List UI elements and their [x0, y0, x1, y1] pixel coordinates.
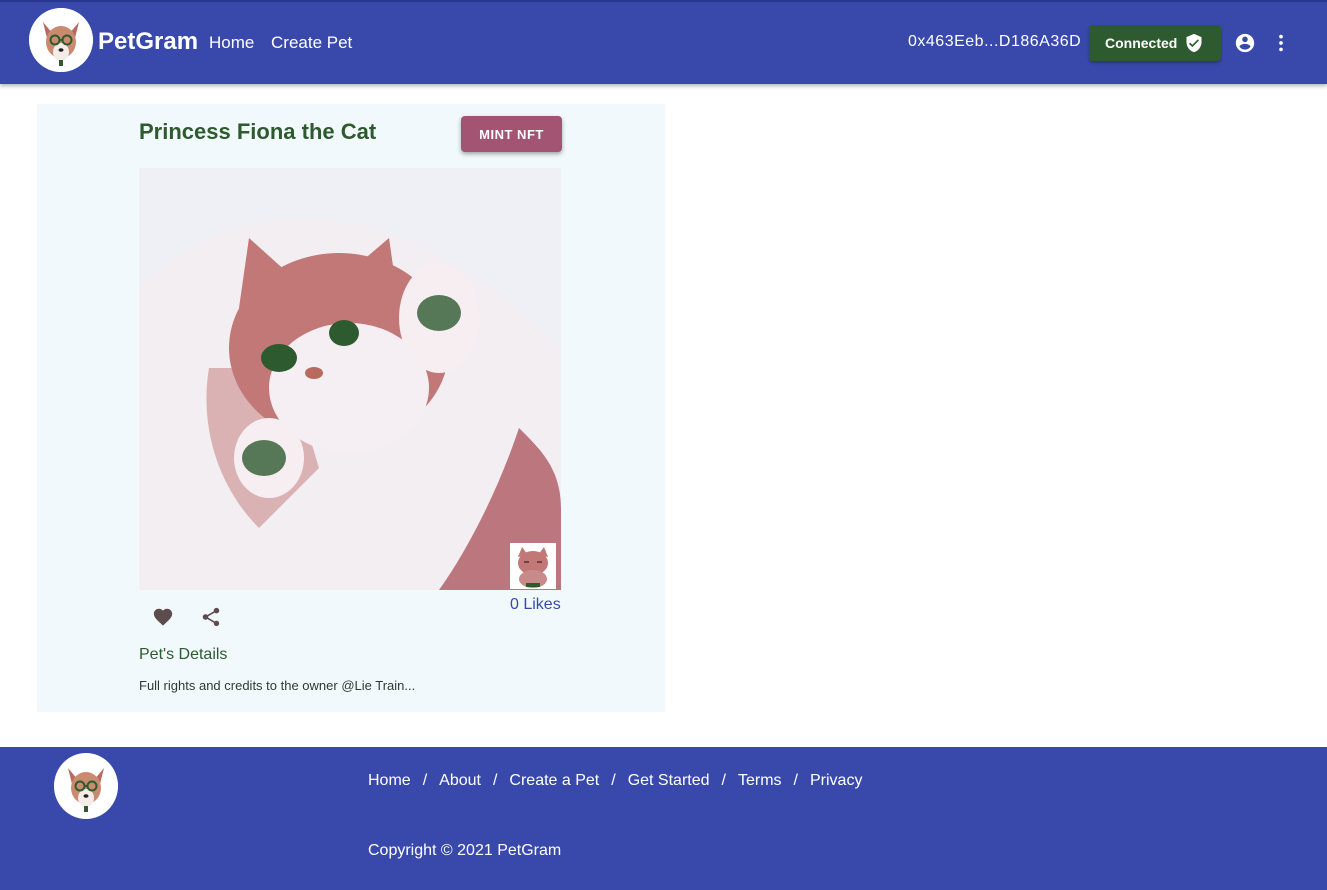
owner-thumbnail[interactable] — [510, 543, 556, 589]
footer-link-privacy[interactable]: Privacy — [810, 772, 862, 790]
app-header: PetGram Home Create Pet 0x463Eeb...D186A… — [0, 0, 1327, 84]
cat-avatar-icon — [510, 543, 556, 589]
heart-icon[interactable] — [151, 606, 175, 633]
footer-link-get-started[interactable]: Get Started — [628, 772, 710, 790]
pet-name: Princess Fiona the Cat — [139, 119, 377, 144]
pet-description: Full rights and credits to the owner @Li… — [139, 678, 416, 693]
nav-create-pet[interactable]: Create Pet — [271, 33, 352, 53]
connected-button[interactable]: Connected — [1089, 25, 1221, 61]
copyright-text: Copyright © 2021 PetGram — [368, 842, 562, 859]
kitten-image — [139, 168, 561, 590]
footer-separator: / — [793, 772, 798, 789]
footer-link-create-pet[interactable]: Create a Pet — [509, 772, 599, 790]
footer-separator: / — [721, 772, 726, 789]
mint-nft-button[interactable]: MINT NFT — [461, 116, 562, 152]
footer-logo[interactable] — [54, 753, 118, 819]
wallet-address: 0x463Eeb...D186A36D — [908, 33, 1082, 50]
footer-nav: Home / About / Create a Pet / Get Starte… — [368, 772, 862, 790]
footer-separator: / — [492, 772, 498, 789]
footer-separator: / — [422, 772, 428, 789]
footer-link-about[interactable]: About — [439, 772, 481, 790]
share-icon[interactable] — [200, 606, 222, 633]
pet-photo[interactable] — [139, 168, 561, 590]
footer-link-terms[interactable]: Terms — [738, 772, 782, 790]
site-footer — [0, 747, 1327, 890]
footer-separator: / — [611, 772, 616, 789]
brand-name[interactable]: PetGram — [98, 28, 198, 56]
more-vert-icon[interactable] — [1270, 32, 1292, 59]
dog-logo-icon — [54, 754, 118, 818]
footer-link-home[interactable]: Home — [368, 772, 411, 790]
dog-logo-icon — [29, 8, 93, 72]
nav-home[interactable]: Home — [209, 33, 254, 53]
likes-count: 0 Likes — [510, 596, 561, 613]
account-circle-icon[interactable] — [1234, 32, 1256, 59]
shield-check-icon — [1184, 33, 1204, 56]
petgram-logo[interactable] — [29, 8, 93, 72]
connected-label: Connected — [1105, 35, 1178, 51]
header-top-line — [0, 0, 1327, 2]
pet-details-heading: Pet's Details — [139, 646, 228, 663]
